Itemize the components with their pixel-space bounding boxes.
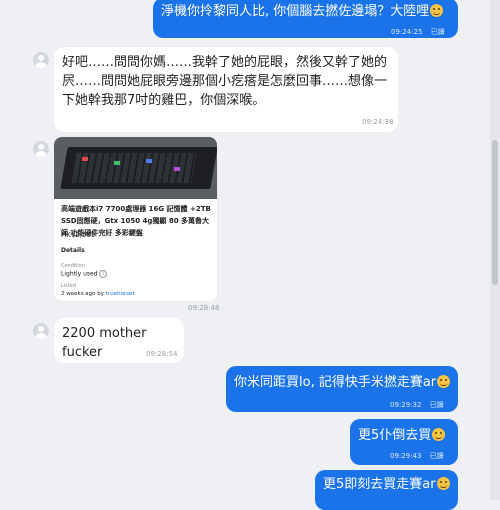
outgoing-message[interactable]: 淨機你拎黎同人比, 你個腦去撚佐邊塌？大陸哩 09:24:25 已讀	[153, 0, 458, 38]
message-text: 淨機你拎黎同人比, 你個腦去撚佐邊塌？大陸哩	[161, 4, 430, 19]
message-time: 09:28:48	[188, 304, 220, 312]
scrollbar-thumb[interactable]	[492, 140, 498, 285]
incoming-message[interactable]: 好吧……問問你媽……我幹了她的屁眼，然後又幹了她的屄……問問她屁眼旁邊那個小疙瘩…	[54, 47, 398, 132]
read-status: 已讀	[430, 28, 445, 36]
message-text: 更5即刻去買走賽ar	[323, 477, 436, 492]
product-image[interactable]	[54, 137, 217, 199]
emoji-icon	[437, 375, 451, 388]
message-text: 好吧……問問你媽……我幹了她的屁眼，然後又幹了她的屄……問問她屁眼旁邊那個小疙瘩…	[62, 55, 388, 108]
listed-label: Listed	[61, 283, 76, 289]
message-time: 09:24:25	[391, 28, 423, 36]
emoji-icon	[432, 428, 446, 441]
condition-value: Lightly used	[61, 270, 98, 278]
outgoing-message[interactable]: 你米同距買lo, 記得快手米撚走賽ar 09:29:32 已讀	[226, 366, 458, 412]
avatar-icon[interactable]	[33, 52, 49, 68]
message-text: 你米同距買lo, 記得快手米撚走賽ar	[234, 375, 437, 390]
message-time: 09:24:38	[362, 118, 394, 126]
product-price: HK$2,599	[61, 231, 96, 239]
avatar-icon[interactable]	[33, 323, 49, 339]
details-label: Details	[61, 247, 85, 254]
incoming-message[interactable]: 2200 mother fucker 09:28:54	[54, 318, 184, 363]
seller-link[interactable]: truehorset	[106, 291, 135, 297]
message-text: 更5仆倒去買	[358, 428, 432, 443]
outgoing-message[interactable]: 更5仆倒去買 09:29:43 已讀	[350, 419, 458, 465]
read-status: 已讀	[429, 401, 444, 409]
condition-label: Condition	[61, 263, 85, 269]
message-time: 09:29:43	[390, 452, 422, 460]
message-time: 09:29:32	[390, 401, 422, 409]
listed-value: 2 weeks ago by	[61, 291, 105, 297]
read-status: 已讀	[429, 452, 444, 460]
avatar-icon[interactable]	[33, 141, 49, 157]
scrollbar[interactable]	[490, 0, 500, 500]
chat-thread: 淨機你拎黎同人比, 你個腦去撚佐邊塌？大陸哩 09:24:25 已讀 好吧……問…	[0, 0, 490, 510]
message-time: 09:28:54	[146, 350, 178, 358]
info-icon[interactable]: i	[99, 270, 108, 278]
outgoing-message[interactable]: 更5即刻去買走賽ar	[315, 470, 458, 510]
emoji-icon	[436, 477, 450, 490]
emoji-icon	[430, 4, 444, 17]
product-card[interactable]: 高端遊戲本i7 7700處理器 16G 記憶體 +2TB SSD固態硬，Gtx …	[54, 137, 217, 301]
